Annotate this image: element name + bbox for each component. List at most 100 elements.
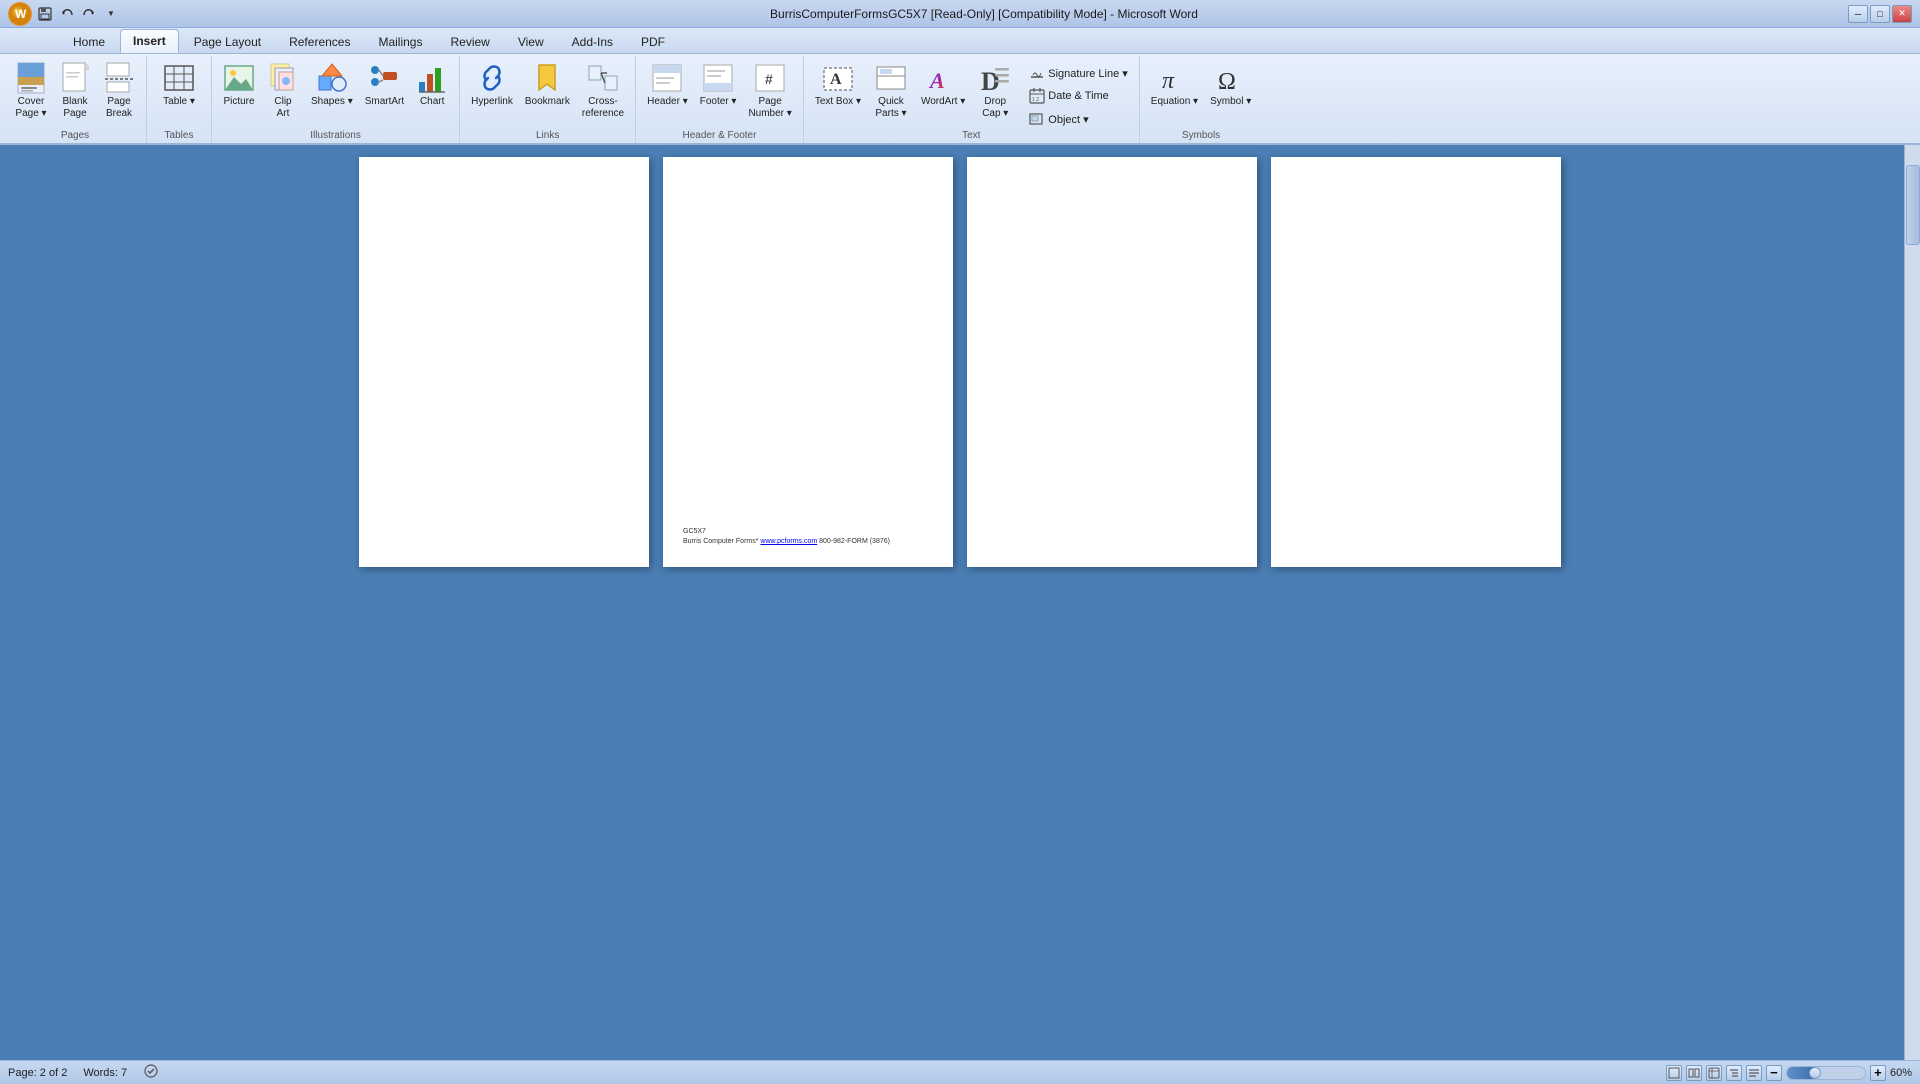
header-label: Header ▾ xyxy=(647,96,688,108)
page-info: Page: 2 of 2 xyxy=(8,1067,67,1079)
ribbon-group-pages: CoverPage ▾ BlankPage xyxy=(4,56,147,143)
scrollbar-thumb[interactable] xyxy=(1906,165,1920,245)
tab-insert[interactable]: Insert xyxy=(120,29,179,53)
svg-text:Ω: Ω xyxy=(1218,69,1236,94)
drop-cap-icon: D xyxy=(979,62,1011,94)
tab-home[interactable]: Home xyxy=(60,30,118,53)
object-btn[interactable]: Object ▾ xyxy=(1024,108,1133,130)
shapes-icon xyxy=(316,62,348,94)
text-small-btns: Signature Line ▾ 1 2 Date & Time xyxy=(1024,58,1133,130)
clip-art-btn[interactable]: ClipArt xyxy=(262,58,304,124)
cover-page-btn[interactable]: CoverPage ▾ xyxy=(10,58,52,124)
footer-line2: Burris Computer Forms* www.pcforms.com 8… xyxy=(683,537,890,547)
date-time-icon: 1 2 xyxy=(1029,88,1045,104)
tables-group-label: Tables xyxy=(165,130,194,143)
pages-group-label: Pages xyxy=(61,130,89,143)
chart-btn[interactable]: Chart xyxy=(411,58,453,112)
quick-parts-icon xyxy=(875,62,907,94)
tab-pagelayout[interactable]: Page Layout xyxy=(181,30,274,53)
tab-addins[interactable]: Add-Ins xyxy=(559,30,626,53)
print-layout-btn[interactable] xyxy=(1666,1065,1682,1081)
footer-line1: GC5X7 xyxy=(683,527,890,537)
page-break-label: PageBreak xyxy=(106,96,132,120)
ribbon-group-illustrations: Picture ClipArt xyxy=(212,56,460,143)
svg-text:A: A xyxy=(830,71,842,88)
header-btn[interactable]: Header ▾ xyxy=(642,58,693,112)
ribbon-tabs: Home Insert Page Layout References Maili… xyxy=(0,28,1920,54)
zoom-level[interactable]: 60% xyxy=(1890,1067,1912,1079)
signature-line-btn[interactable]: Signature Line ▾ xyxy=(1024,62,1133,84)
equation-btn[interactable]: π Equation ▾ xyxy=(1146,58,1203,112)
symbol-btn[interactable]: Ω Symbol ▾ xyxy=(1205,58,1256,112)
tab-review[interactable]: Review xyxy=(437,30,502,53)
quick-parts-btn[interactable]: QuickParts ▾ xyxy=(870,58,912,124)
text-box-icon: A xyxy=(822,62,854,94)
date-time-btn[interactable]: 1 2 Date & Time xyxy=(1024,85,1133,107)
doc-page-4[interactable] xyxy=(1271,157,1561,567)
footer-link[interactable]: www.pcforms.com xyxy=(760,538,817,545)
close-btn[interactable]: ✕ xyxy=(1892,5,1912,23)
equation-label: Equation ▾ xyxy=(1151,96,1198,108)
zoom-slider[interactable] xyxy=(1786,1066,1866,1080)
undo-quick-btn[interactable] xyxy=(58,5,76,23)
doc-page-1[interactable] xyxy=(359,157,649,567)
table-label: Table ▾ xyxy=(163,96,195,108)
text-group-label: Text xyxy=(962,130,980,143)
bookmark-btn[interactable]: Bookmark xyxy=(520,58,575,112)
tab-view[interactable]: View xyxy=(505,30,557,53)
page-number-btn[interactable]: # PageNumber ▾ xyxy=(743,58,796,124)
chart-icon xyxy=(416,62,448,94)
save-quick-btn[interactable] xyxy=(36,5,54,23)
text-box-btn[interactable]: A Text Box ▾ xyxy=(810,58,866,112)
table-btn[interactable]: Table ▾ xyxy=(153,58,205,112)
picture-btn[interactable]: Picture xyxy=(218,58,260,112)
tables-buttons: Table ▾ xyxy=(153,58,205,130)
doc-page-3[interactable] xyxy=(967,157,1257,567)
page-break-icon xyxy=(103,62,135,94)
redo-quick-btn[interactable] xyxy=(80,5,98,23)
object-label: Object ▾ xyxy=(1048,113,1088,126)
tab-references[interactable]: References xyxy=(276,30,363,53)
word-count: Words: 7 xyxy=(83,1067,127,1079)
minimize-btn[interactable]: ─ xyxy=(1848,5,1868,23)
bookmark-label: Bookmark xyxy=(525,96,570,108)
maximize-btn[interactable]: □ xyxy=(1870,5,1890,23)
footer-label: Footer ▾ xyxy=(700,96,737,108)
cover-page-label: CoverPage ▾ xyxy=(15,96,46,120)
scrollbar-track[interactable] xyxy=(1904,145,1920,1060)
full-reading-btn[interactable] xyxy=(1686,1065,1702,1081)
web-layout-btn[interactable] xyxy=(1706,1065,1722,1081)
wordart-btn[interactable]: A WordArt ▾ xyxy=(916,58,970,112)
cross-reference-btn[interactable]: Cross-reference xyxy=(577,58,629,124)
customize-quick-btn[interactable]: ▼ xyxy=(102,5,120,23)
zoom-plus-btn[interactable]: + xyxy=(1870,1065,1886,1081)
ribbon-group-tables: Table ▾ Tables xyxy=(147,56,212,143)
drop-cap-btn[interactable]: D DropCap ▾ xyxy=(974,58,1016,124)
signature-line-icon xyxy=(1029,65,1045,81)
hyperlink-btn[interactable]: Hyperlink xyxy=(466,58,518,112)
shapes-btn[interactable]: Shapes ▾ xyxy=(306,58,358,112)
smartart-btn[interactable]: SmartArt xyxy=(360,58,409,112)
footer-btn[interactable]: Footer ▾ xyxy=(695,58,742,112)
office-logo[interactable]: W xyxy=(8,2,32,26)
symbol-label: Symbol ▾ xyxy=(1210,96,1251,108)
zoom-minus-btn[interactable]: − xyxy=(1766,1065,1782,1081)
svg-text:#: # xyxy=(765,71,773,87)
ribbon: CoverPage ▾ BlankPage xyxy=(0,54,1920,145)
canvas: GC5X7 Burris Computer Forms* www.pcforms… xyxy=(0,145,1920,1061)
page-spread-1: GC5X7 Burris Computer Forms* www.pcforms… xyxy=(359,157,953,567)
tab-pdf[interactable]: PDF xyxy=(628,30,678,53)
tab-mailings[interactable]: Mailings xyxy=(365,30,435,53)
wordart-label: WordArt ▾ xyxy=(921,96,965,108)
zoom-slider-thumb[interactable] xyxy=(1809,1067,1821,1079)
shapes-label: Shapes ▾ xyxy=(311,96,353,108)
svg-text:π: π xyxy=(1162,68,1175,94)
blank-page-btn[interactable]: BlankPage xyxy=(54,58,96,124)
text-buttons: A Text Box ▾ QuickParts ▾ xyxy=(810,58,1133,130)
quick-parts-label: QuickParts ▾ xyxy=(875,96,906,120)
draft-btn[interactable] xyxy=(1746,1065,1762,1081)
outline-btn[interactable] xyxy=(1726,1065,1742,1081)
page-break-btn[interactable]: PageBreak xyxy=(98,58,140,124)
doc-page-2[interactable]: GC5X7 Burris Computer Forms* www.pcforms… xyxy=(663,157,953,567)
track-changes-icon[interactable] xyxy=(143,1063,159,1082)
